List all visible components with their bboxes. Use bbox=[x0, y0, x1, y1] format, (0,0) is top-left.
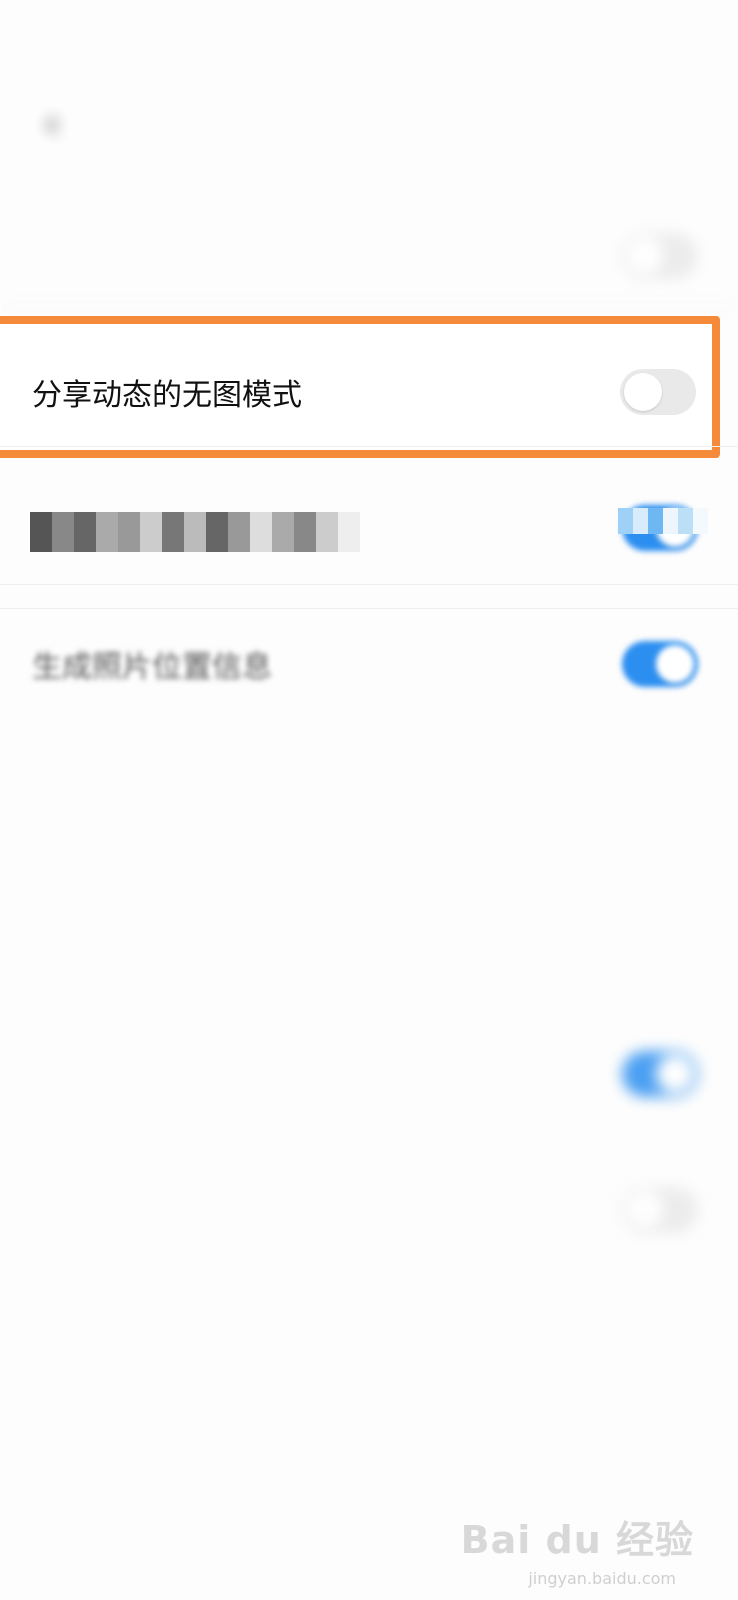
divider bbox=[0, 584, 738, 585]
censor-mosaic bbox=[30, 512, 360, 552]
toggle-knob bbox=[624, 373, 662, 411]
settings-row-photo-location[interactable]: 生成照片位置信息 bbox=[0, 604, 738, 724]
toggle-switch[interactable] bbox=[622, 641, 698, 687]
toggle-knob bbox=[656, 1055, 694, 1093]
watermark-url: jingyan.baidu.com bbox=[528, 1569, 676, 1588]
toggle-knob bbox=[656, 645, 694, 683]
top-bar: ‹ bbox=[0, 80, 738, 170]
status-bar bbox=[0, 0, 738, 80]
toggle-knob bbox=[626, 1191, 664, 1229]
divider bbox=[0, 306, 738, 307]
toggle-switch[interactable] bbox=[620, 369, 696, 415]
settings-screen: ‹ 分享动态的无图模式 生成照片位置信息 Bai du 经验 jingyan.b… bbox=[0, 0, 738, 1600]
divider bbox=[0, 446, 738, 447]
row-label: 生成照片位置信息 bbox=[32, 650, 272, 685]
settings-row[interactable] bbox=[0, 1014, 738, 1134]
settings-row[interactable] bbox=[0, 196, 738, 316]
chevron-left-icon[interactable]: ‹ bbox=[32, 96, 72, 152]
row-label: 分享动态的无图模式 bbox=[32, 378, 302, 413]
settings-row-share-no-image-mode[interactable]: 分享动态的无图模式 bbox=[0, 332, 738, 452]
settings-row[interactable] bbox=[0, 878, 738, 998]
toggle-switch[interactable] bbox=[622, 1187, 698, 1233]
toggle-knob bbox=[626, 237, 664, 275]
toggle-switch[interactable] bbox=[622, 233, 698, 279]
settings-row[interactable] bbox=[0, 1150, 738, 1270]
censor-mosaic bbox=[618, 508, 708, 534]
baidu-jingyan-watermark: Bai du 经验 bbox=[460, 1518, 694, 1562]
settings-row[interactable] bbox=[0, 742, 738, 862]
toggle-switch[interactable] bbox=[622, 1051, 698, 1097]
